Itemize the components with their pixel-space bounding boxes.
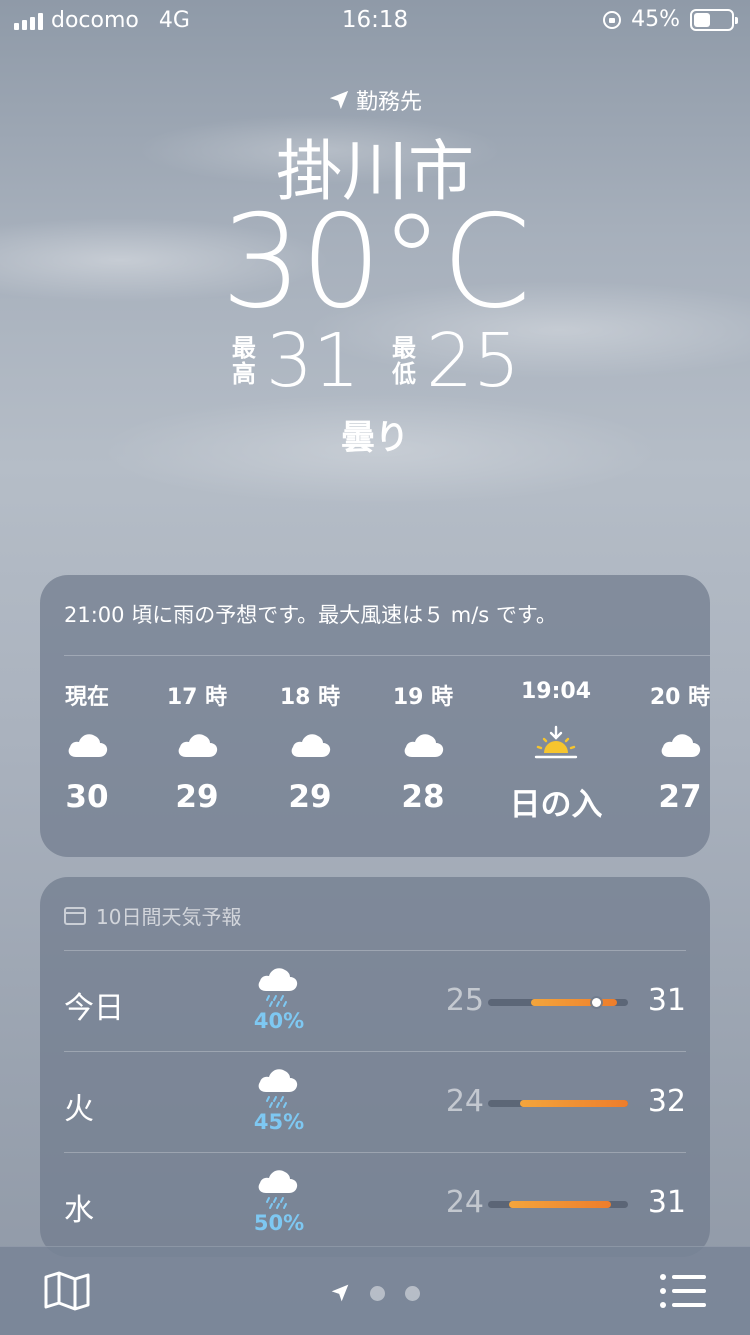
hour-value: 29 <box>175 779 219 815</box>
low-temp: 24 <box>445 1185 484 1220</box>
hourly-forecast-card[interactable]: 21:00 頃に雨の予想です。最大風速は５ m/s です。 現在 30 17 時 29… <box>40 575 710 857</box>
page-indicator[interactable] <box>0 1283 750 1303</box>
hour-label: 17 時 <box>166 685 228 710</box>
current-temperature: 30°C <box>220 188 531 337</box>
hourly-item: 19:04 日の入 <box>501 679 611 824</box>
day-label: 今日 <box>64 991 124 1026</box>
hour-label: 現在 <box>64 685 109 710</box>
bottom-toolbar <box>0 1246 750 1335</box>
location-page-icon[interactable] <box>330 1283 350 1303</box>
high-label: 最高 <box>231 334 256 388</box>
location-label: 勤務先 <box>0 84 750 116</box>
hourly-item: 20 時 27 <box>625 679 710 815</box>
precip-chance: 45% <box>253 1110 305 1134</box>
low-temp: 24 <box>445 1084 484 1119</box>
cloud-rain-icon <box>254 965 304 1009</box>
low-label: 最低 <box>392 334 416 388</box>
high-temp: 32 <box>647 1084 686 1119</box>
hour-label: 18 時 <box>279 685 341 710</box>
hour-value: 28 <box>401 779 445 815</box>
ten-day-title-text: 10日間天気予報 <box>96 905 242 929</box>
divider <box>64 655 710 656</box>
temp-range-fill <box>520 1100 628 1107</box>
hour-value: 日の入 <box>509 787 603 823</box>
temp-range-fill <box>531 999 617 1006</box>
low-temp: 25 <box>426 318 521 404</box>
precip-chance: 50% <box>253 1211 305 1235</box>
location-arrow-icon <box>329 90 349 110</box>
high-temp: 31 <box>265 318 360 404</box>
temp-range-bar <box>488 998 628 1007</box>
ten-day-forecast-card[interactable]: 10日間天気予報 今日 40% 25 31 火 45% 24 32 水 50% 24 31 <box>40 877 710 1257</box>
battery-icon <box>690 8 738 31</box>
high-temp: 31 <box>647 1185 686 1220</box>
hour-value: 27 <box>658 779 702 815</box>
daily-row[interactable]: 水 50% 24 31 <box>64 1152 686 1254</box>
high-low: 最高 31 最低 25 <box>0 318 750 404</box>
hourly-item: 現在 30 <box>40 679 142 815</box>
day-label: 火 <box>64 1092 94 1127</box>
hourly-item: 19 時 28 <box>368 679 478 815</box>
hourly-item: 18 時 29 <box>255 679 365 815</box>
hour-label: 19 時 <box>392 685 454 710</box>
daily-row[interactable]: 火 45% 24 32 <box>64 1051 686 1153</box>
precip-chance: 40% <box>253 1009 305 1033</box>
list-icon[interactable] <box>660 1273 706 1309</box>
cloud-icon <box>142 709 252 779</box>
cloud-rain-icon <box>254 1167 304 1211</box>
cloud-icon <box>368 709 478 779</box>
temp-range-fill <box>509 1201 612 1208</box>
day-label: 水 <box>64 1193 94 1228</box>
ten-day-title: 10日間天気予報 <box>64 901 241 930</box>
hourly-item: 17 時 29 <box>142 679 252 815</box>
status-bar: docomo 4G 16:18 45% <box>0 0 750 40</box>
hour-label: 19:04 <box>520 679 592 704</box>
weather-condition: 曇り <box>341 418 409 458</box>
current-temp-marker <box>591 998 601 1007</box>
battery-percent: 45% <box>631 7 680 32</box>
hour-value: 29 <box>288 779 332 815</box>
cloud-icon <box>625 709 710 779</box>
high-temp: 31 <box>647 983 686 1018</box>
orientation-lock-icon <box>603 10 622 29</box>
hour-value: 30 <box>65 779 109 815</box>
page-dot[interactable] <box>405 1285 420 1301</box>
location-text: 勤務先 <box>355 90 422 115</box>
calendar-icon <box>64 906 86 925</box>
sunset-icon <box>501 709 611 779</box>
forecast-summary: 21:00 頃に雨の予想です。最大風速は５ m/s です。 <box>64 603 557 627</box>
cloud-icon <box>255 709 365 779</box>
page-dot[interactable] <box>370 1285 385 1301</box>
daily-row[interactable]: 今日 40% 25 31 <box>64 950 686 1052</box>
low-temp: 25 <box>445 983 484 1018</box>
cloud-rain-icon <box>254 1066 304 1110</box>
temp-range-bar <box>488 1100 628 1107</box>
hour-label: 20 時 <box>649 685 710 710</box>
cloud-icon <box>40 709 142 779</box>
temp-range-bar <box>488 1201 628 1208</box>
